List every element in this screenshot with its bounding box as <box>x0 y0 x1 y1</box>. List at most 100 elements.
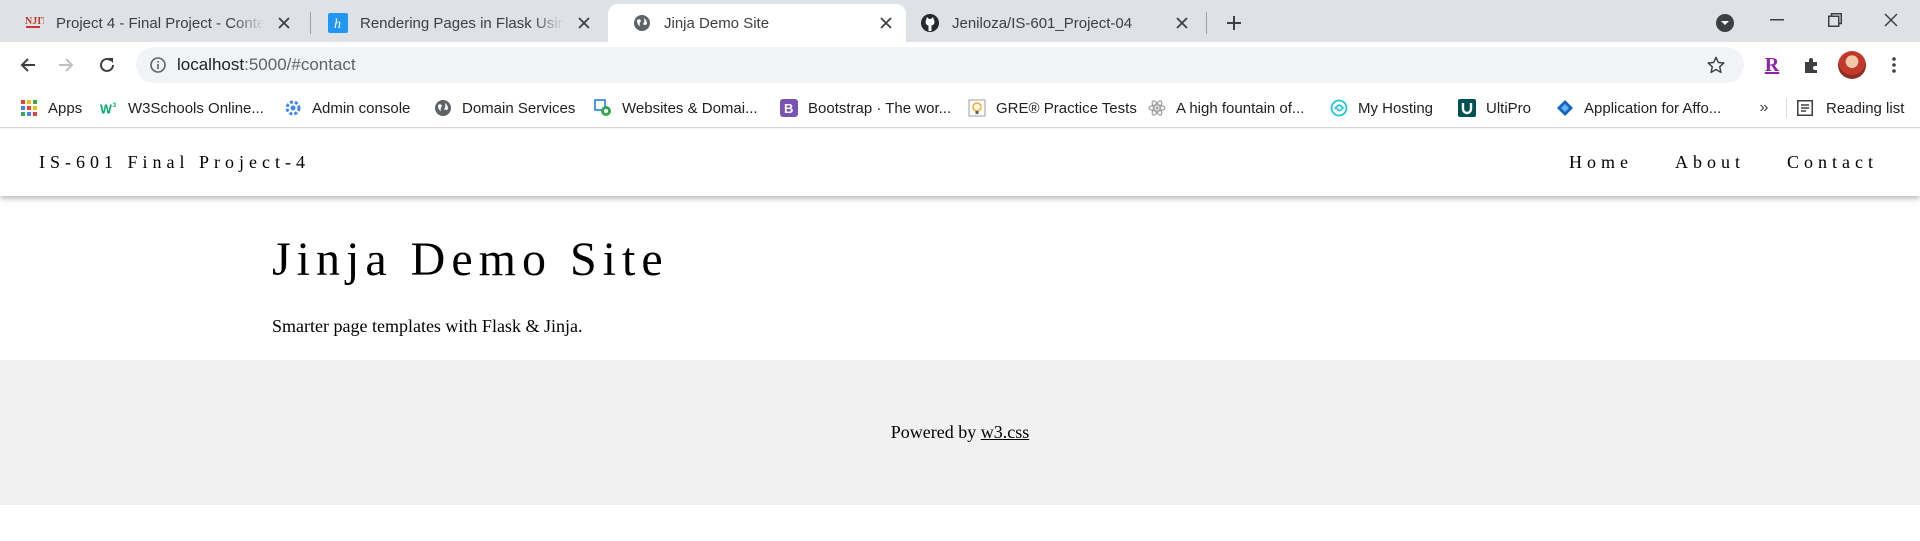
info-icon[interactable] <box>148 55 168 75</box>
puzzle-icon <box>1805 58 1817 73</box>
tab-jinja-demo[interactable]: Jinja Demo Site <box>608 4 906 42</box>
nav-link-home[interactable]: Home <box>1569 129 1633 196</box>
bookmark-application-affordable[interactable]: Application for Affo... <box>1556 96 1721 120</box>
forward-button[interactable] <box>50 49 82 81</box>
page-subtitle: Smarter page templates with Flask & Jinj… <box>272 316 583 336</box>
url-rest: :5000/#contact <box>244 55 356 74</box>
footer-text: Powered by w3.css <box>0 360 1920 505</box>
hackers-and-slackers-icon: h <box>328 13 348 33</box>
chevron-down-icon <box>1716 14 1734 32</box>
page-title: Jinja Demo Site <box>272 233 669 286</box>
globe-icon <box>632 13 652 33</box>
bookmark-label: UltiPro <box>1486 99 1532 117</box>
bookmark-star-icon[interactable] <box>1704 53 1728 77</box>
nav-link-about[interactable]: About <box>1675 129 1745 196</box>
close-icon <box>1884 13 1898 27</box>
restore-icon <box>1828 13 1842 27</box>
w3schools-icon: W3 <box>100 99 118 117</box>
bookmark-domain-services[interactable]: Domain Services <box>434 96 575 120</box>
nav-link-contact[interactable]: Contact <box>1787 129 1878 196</box>
reading-list-label: Reading list <box>1826 99 1905 117</box>
reading-list-button[interactable]: Reading list <box>1796 96 1904 120</box>
arrow-right-icon <box>59 58 74 72</box>
bookmark-label: Application for Affo... <box>1584 99 1722 117</box>
lightbulb-icon <box>968 99 986 117</box>
bookmark-label: Apps <box>48 99 83 117</box>
site-navbar: IS-601 Final Project-4 Home About Contac… <box>0 129 1920 196</box>
svg-text:NJIT: NJIT <box>25 16 44 27</box>
site-brand[interactable]: IS-601 Final Project-4 <box>39 129 310 196</box>
bookmark-label: Websites & Domai... <box>622 99 758 117</box>
url-host: localhost <box>177 55 245 74</box>
njit-logo-icon: NJIT <box>24 13 44 33</box>
browser-toolbar: localhost:5000/#contact R <box>0 42 1920 88</box>
tab-search-button[interactable] <box>1711 9 1739 37</box>
minimize-icon <box>1770 19 1784 21</box>
tab-title: Jeniloza/IS-601_Project-04 <box>952 14 1133 32</box>
bookmarks-bar: Apps W3 W3Schools Online... Admin consol… <box>0 88 1920 128</box>
bookmark-high-fountain[interactable]: A high fountain of... <box>1148 96 1304 120</box>
bookmark-ultipro[interactable]: UltiPro <box>1458 96 1531 120</box>
bookmark-w3schools[interactable]: W3 W3Schools Online... <box>100 96 264 120</box>
bookmark-websites-domains[interactable]: Websites & Domai... <box>594 96 758 120</box>
hosting-swirl-icon <box>1330 99 1348 117</box>
close-icon[interactable] <box>1170 11 1194 35</box>
bookmark-gre[interactable]: GRE® Practice Tests <box>968 96 1137 120</box>
bookmark-label: A high fountain of... <box>1176 99 1305 117</box>
back-button[interactable] <box>12 49 44 81</box>
tab-rendering-pages[interactable]: h Rendering Pages in Flask Using Jinja <box>304 4 604 42</box>
menu-button[interactable] <box>1878 49 1910 81</box>
bookmark-label: W3Schools Online... <box>128 99 264 117</box>
address-bar[interactable]: localhost:5000/#contact <box>136 47 1744 83</box>
bookmark-admin-console[interactable]: Admin console <box>284 96 410 120</box>
svg-text:3: 3 <box>113 102 117 109</box>
bookmark-label: My Hosting <box>1358 99 1434 117</box>
websites-icon <box>594 99 612 117</box>
profile-avatar[interactable] <box>1838 51 1866 79</box>
tab-project4[interactable]: NJIT Project 4 - Final Project - Content <box>0 4 304 42</box>
close-icon[interactable] <box>272 11 296 35</box>
bookmarks-overflow-button[interactable]: » <box>1752 96 1776 120</box>
window-close-button[interactable] <box>1862 0 1920 40</box>
github-icon <box>920 13 940 33</box>
tab-github-repo[interactable]: Jeniloza/IS-601_Project-04 <box>896 4 1202 42</box>
admin-gear-icon <box>284 99 302 117</box>
diamond-icon <box>1556 99 1574 117</box>
new-tab-button[interactable] <box>1220 9 1248 37</box>
svg-text:W: W <box>100 102 112 116</box>
tab-separator <box>1206 12 1207 34</box>
bookmark-label: Domain Services <box>462 99 576 117</box>
bootstrap-icon: B <box>780 99 798 117</box>
close-icon[interactable] <box>572 11 596 35</box>
extension-r-icon: R <box>1764 53 1780 76</box>
apps-grid-icon <box>20 99 38 117</box>
bookmark-bootstrap[interactable]: B Bootstrap · The wor... <box>780 96 951 120</box>
reload-button[interactable] <box>91 49 123 81</box>
kebab-menu-icon <box>1892 57 1896 73</box>
extensions-button[interactable] <box>1796 49 1828 81</box>
web-page: IS-601 Final Project-4 Home About Contac… <box>0 129 1920 541</box>
restore-button[interactable] <box>1806 0 1864 40</box>
tab-title: Project 4 - Final Project - Content <box>56 14 264 32</box>
globe-icon <box>434 99 452 117</box>
bookmark-label: Bootstrap · The wor... <box>808 99 952 117</box>
tab-title: Jinja Demo Site <box>664 14 770 32</box>
bookmark-label: Admin console <box>312 99 411 117</box>
reading-list-icon <box>1796 99 1814 117</box>
arrow-left-icon <box>20 58 35 72</box>
footer-prefix: Powered by <box>890 422 981 442</box>
close-icon[interactable] <box>874 11 898 35</box>
site-footer: Powered by w3.css <box>0 360 1920 505</box>
bookmark-apps[interactable]: Apps <box>20 96 82 120</box>
svg-text:h: h <box>334 17 341 32</box>
tab-title: Rendering Pages in Flask Using Jinja <box>360 14 564 32</box>
minimize-button[interactable] <box>1748 0 1806 40</box>
plus-icon <box>1227 16 1241 30</box>
ultipro-icon <box>1458 99 1476 117</box>
bookmark-my-hosting[interactable]: My Hosting <box>1330 96 1433 120</box>
footer-link-w3css[interactable]: w3.css <box>981 422 1030 442</box>
url-text[interactable]: localhost:5000/#contact <box>177 47 356 83</box>
bookmark-label: GRE® Practice Tests <box>996 99 1137 117</box>
extension-r-button[interactable]: R <box>1756 49 1788 81</box>
tab-strip: NJIT Project 4 - Final Project - Content… <box>0 0 1920 42</box>
